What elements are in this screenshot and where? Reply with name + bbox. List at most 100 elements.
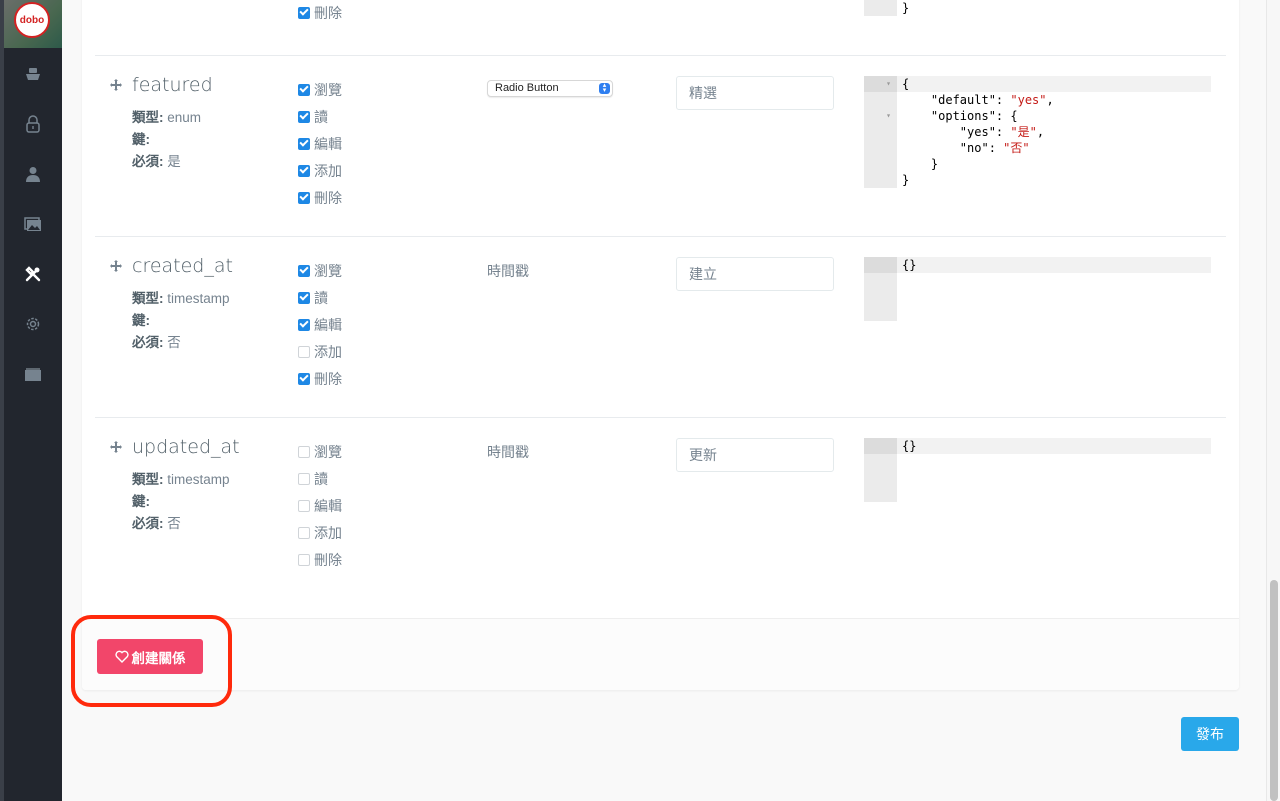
sidebar: dobo bbox=[0, 0, 62, 801]
json-line: } bbox=[902, 1, 910, 15]
display-name-input[interactable]: 更新 bbox=[676, 438, 834, 472]
checkbox[interactable] bbox=[298, 318, 310, 331]
meta-label: 必須 bbox=[132, 516, 159, 531]
json-line: "options": { bbox=[902, 109, 1018, 123]
perm-add-checkbox[interactable]: 添加 bbox=[298, 157, 342, 184]
perm-label: 刪除 bbox=[314, 189, 342, 206]
permissions: 瀏覽 讀 編輯 添加 刪除 bbox=[298, 76, 342, 211]
field-meta: 類型: timestamp 鍵: 必須: 否 bbox=[132, 469, 230, 535]
json-editor[interactable]: {} bbox=[864, 438, 1211, 502]
checkbox[interactable] bbox=[298, 345, 310, 358]
perm-edit-checkbox[interactable]: 編輯 bbox=[298, 311, 342, 338]
perm-add-checkbox[interactable]: 添加 bbox=[298, 519, 342, 546]
display-type: 時間戳 bbox=[487, 263, 529, 279]
json-line: { bbox=[902, 77, 910, 91]
checkbox[interactable] bbox=[298, 6, 310, 19]
perm-label: 瀏覽 bbox=[314, 443, 342, 460]
checkbox[interactable] bbox=[298, 191, 310, 204]
sidebar-item-settings[interactable] bbox=[4, 299, 62, 349]
table-row: updated_at 類型: timestamp 鍵: 必須: 否 瀏覽 讀 編… bbox=[95, 417, 1226, 617]
display-name-input[interactable]: 精選 bbox=[676, 76, 834, 110]
checkbox[interactable] bbox=[298, 553, 310, 566]
field-type: timestamp bbox=[167, 291, 230, 306]
perm-read-checkbox[interactable]: 讀 bbox=[298, 465, 342, 492]
field-name: featured bbox=[132, 74, 213, 96]
table-row: created_at 類型: timestamp 鍵: 必須: 否 瀏覽 讀 編… bbox=[95, 236, 1226, 418]
sidebar-item-tools[interactable] bbox=[4, 249, 62, 299]
json-line: {} bbox=[902, 439, 917, 453]
colon: : bbox=[159, 110, 164, 125]
json-editor[interactable]: ▾ { "default": "yes", ▾ "options": { "yes… bbox=[864, 76, 1211, 188]
meta-label: 類型 bbox=[132, 472, 159, 487]
checkbox[interactable] bbox=[298, 499, 310, 512]
sidebar-item-media[interactable] bbox=[4, 199, 62, 249]
perm-read-checkbox[interactable]: 讀 bbox=[298, 284, 342, 311]
perm-browse-checkbox[interactable]: 瀏覽 bbox=[298, 257, 342, 284]
perm-browse-checkbox[interactable]: 瀏覽 bbox=[298, 76, 342, 103]
gear-icon bbox=[26, 317, 40, 331]
perm-browse-checkbox[interactable]: 瀏覽 bbox=[298, 438, 342, 465]
colon: : bbox=[159, 472, 164, 487]
json-editor[interactable]: } } bbox=[864, 0, 1211, 16]
perm-delete-checkbox[interactable]: 刪除 bbox=[298, 0, 342, 26]
folder-icon bbox=[25, 368, 41, 381]
perm-add-checkbox[interactable]: 添加 bbox=[298, 338, 342, 365]
perm-delete-checkbox[interactable]: 刪除 bbox=[298, 184, 342, 211]
field-required: 是 bbox=[167, 154, 181, 169]
field-name: created_at bbox=[132, 255, 233, 277]
perm-label: 讀 bbox=[314, 108, 328, 125]
checkbox[interactable] bbox=[298, 83, 310, 96]
perm-edit-checkbox[interactable]: 編輯 bbox=[298, 492, 342, 519]
move-icon[interactable] bbox=[110, 260, 122, 272]
perm-label: 添加 bbox=[314, 162, 342, 179]
checkbox[interactable] bbox=[298, 291, 310, 304]
field-meta: 類型: timestamp 鍵: 必須: 否 bbox=[132, 288, 230, 354]
scrollbar[interactable] bbox=[1266, 0, 1280, 801]
perm-label: 編輯 bbox=[314, 497, 342, 514]
sidebar-item-ship[interactable] bbox=[4, 49, 62, 99]
meta-label: 類型 bbox=[132, 291, 159, 306]
fold-icon[interactable]: ▾ bbox=[864, 76, 897, 92]
select-value: Radio Button bbox=[495, 82, 559, 94]
json-editor[interactable]: {} bbox=[864, 257, 1211, 321]
meta-label: 必須 bbox=[132, 154, 159, 169]
move-icon[interactable] bbox=[110, 79, 122, 91]
fold-icon[interactable]: ▾ bbox=[864, 108, 897, 124]
tools-icon bbox=[25, 266, 41, 282]
fields-card: 刪除 } } featured 類型: enum 鍵: 必須: 是 瀏覽 讀 編… bbox=[82, 0, 1239, 690]
colon: : bbox=[159, 154, 164, 169]
sidebar-item-user[interactable] bbox=[4, 149, 62, 199]
colon: : bbox=[145, 132, 151, 147]
checkbox[interactable] bbox=[298, 526, 310, 539]
checkbox[interactable] bbox=[298, 110, 310, 123]
create-relationship-button[interactable]: 創建關係 bbox=[97, 639, 203, 674]
checkbox[interactable] bbox=[298, 137, 310, 150]
sidebar-item-lock[interactable] bbox=[4, 99, 62, 149]
publish-button[interactable]: 發布 bbox=[1181, 717, 1239, 751]
perm-read-checkbox[interactable]: 讀 bbox=[298, 103, 342, 130]
checkbox[interactable] bbox=[298, 472, 310, 485]
checkbox[interactable] bbox=[298, 264, 310, 277]
avatar[interactable]: dobo bbox=[14, 2, 50, 38]
table-row: featured 類型: enum 鍵: 必須: 是 瀏覽 讀 編輯 添加 刪除… bbox=[95, 55, 1226, 237]
display-type-select[interactable]: Radio Button ▴ ▾ bbox=[487, 80, 613, 97]
display-type: 時間戳 bbox=[487, 444, 529, 460]
field-type: enum bbox=[167, 110, 202, 125]
perm-edit-checkbox[interactable]: 編輯 bbox=[298, 130, 342, 157]
checkbox[interactable] bbox=[298, 372, 310, 385]
checkbox[interactable] bbox=[298, 164, 310, 177]
perm-delete-checkbox[interactable]: 刪除 bbox=[298, 546, 342, 573]
json-line: } bbox=[902, 173, 910, 187]
sidebar-item-folder[interactable] bbox=[4, 349, 62, 399]
perm-label: 讀 bbox=[314, 470, 328, 487]
move-icon[interactable] bbox=[110, 441, 122, 453]
avatar-area: dobo bbox=[4, 0, 62, 48]
perm-delete-checkbox[interactable]: 刪除 bbox=[298, 365, 342, 392]
scrollbar-thumb[interactable] bbox=[1270, 580, 1278, 801]
permissions: 瀏覽 讀 編輯 添加 刪除 bbox=[298, 257, 342, 392]
colon: : bbox=[159, 291, 164, 306]
json-line: "default": "yes", bbox=[902, 93, 1054, 107]
checkbox[interactable] bbox=[298, 445, 310, 458]
display-name-input[interactable]: 建立 bbox=[676, 257, 834, 291]
field-name: updated_at bbox=[132, 436, 240, 458]
